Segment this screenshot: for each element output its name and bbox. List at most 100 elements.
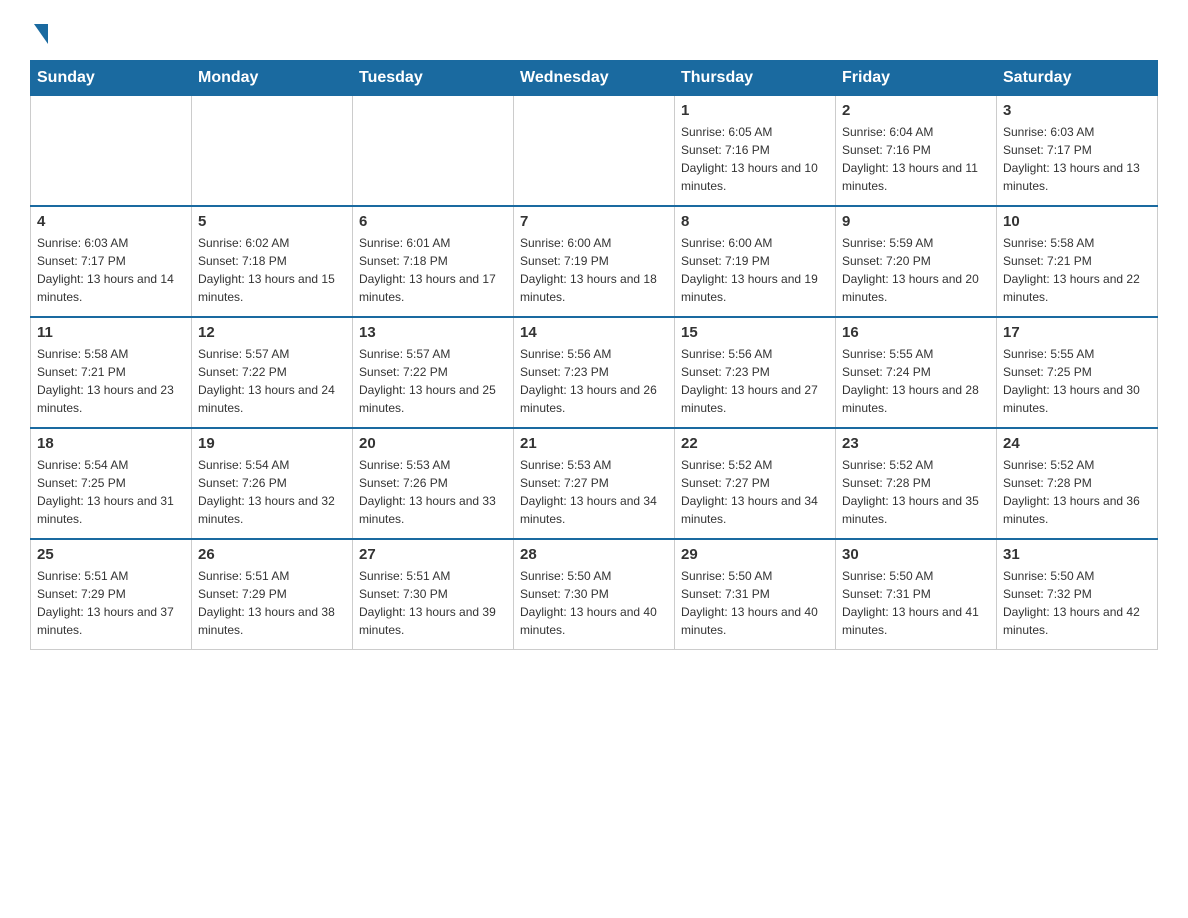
day-info: Sunrise: 5:54 AMSunset: 7:25 PMDaylight:…: [37, 456, 185, 528]
day-info: Sunrise: 5:50 AMSunset: 7:30 PMDaylight:…: [520, 567, 668, 639]
day-number: 23: [842, 435, 990, 452]
day-info: Sunrise: 6:03 AMSunset: 7:17 PMDaylight:…: [1003, 123, 1151, 195]
day-number: 19: [198, 435, 346, 452]
day-info: Sunrise: 5:58 AMSunset: 7:21 PMDaylight:…: [1003, 234, 1151, 306]
day-number: 3: [1003, 102, 1151, 119]
day-info: Sunrise: 5:54 AMSunset: 7:26 PMDaylight:…: [198, 456, 346, 528]
calendar-week-5: 25 Sunrise: 5:51 AMSunset: 7:29 PMDayligh…: [31, 539, 1158, 650]
day-info: Sunrise: 5:56 AMSunset: 7:23 PMDaylight:…: [520, 345, 668, 417]
calendar-cell-1-5: 1 Sunrise: 6:05 AMSunset: 7:16 PMDaylight…: [675, 96, 836, 207]
weekday-header-thursday: Thursday: [675, 61, 836, 96]
calendar-cell-3-5: 15 Sunrise: 5:56 AMSunset: 7:23 PMDayligh…: [675, 317, 836, 428]
day-info: Sunrise: 5:51 AMSunset: 7:30 PMDaylight:…: [359, 567, 507, 639]
calendar-cell-5-6: 30 Sunrise: 5:50 AMSunset: 7:31 PMDayligh…: [836, 539, 997, 650]
calendar-cell-4-4: 21Sunrise: 5:53 AMSunset: 7:27 PMDayligh…: [514, 428, 675, 539]
day-info: Sunrise: 6:04 AMSunset: 7:16 PMDaylight:…: [842, 123, 990, 195]
weekday-header-saturday: Saturday: [997, 61, 1158, 96]
day-number: 30: [842, 546, 990, 563]
day-info: Sunrise: 6:01 AMSunset: 7:18 PMDaylight:…: [359, 234, 507, 306]
day-number: 12: [198, 324, 346, 341]
logo-triangle-icon: [34, 24, 48, 44]
calendar-cell-2-7: 10 Sunrise: 5:58 AMSunset: 7:21 PMDayligh…: [997, 206, 1158, 317]
day-number: 7: [520, 213, 668, 230]
calendar-week-1: 1 Sunrise: 6:05 AMSunset: 7:16 PMDaylight…: [31, 96, 1158, 207]
weekday-header-row: SundayMondayTuesdayWednesdayThursdayFrid…: [31, 61, 1158, 96]
day-info: Sunrise: 6:03 AMSunset: 7:17 PMDaylight:…: [37, 234, 185, 306]
weekday-header-friday: Friday: [836, 61, 997, 96]
day-info: Sunrise: 5:56 AMSunset: 7:23 PMDaylight:…: [681, 345, 829, 417]
day-number: 14: [520, 324, 668, 341]
calendar-cell-4-6: 23Sunrise: 5:52 AMSunset: 7:28 PMDayligh…: [836, 428, 997, 539]
day-info: Sunrise: 5:57 AMSunset: 7:22 PMDaylight:…: [198, 345, 346, 417]
day-info: Sunrise: 6:02 AMSunset: 7:18 PMDaylight:…: [198, 234, 346, 306]
day-info: Sunrise: 5:55 AMSunset: 7:25 PMDaylight:…: [1003, 345, 1151, 417]
calendar-cell-3-6: 16 Sunrise: 5:55 AMSunset: 7:24 PMDayligh…: [836, 317, 997, 428]
calendar-cell-2-2: 5 Sunrise: 6:02 AMSunset: 7:18 PMDaylight…: [192, 206, 353, 317]
calendar-cell-1-4: [514, 96, 675, 207]
day-info: Sunrise: 6:00 AMSunset: 7:19 PMDaylight:…: [681, 234, 829, 306]
day-number: 17: [1003, 324, 1151, 341]
calendar-cell-5-2: 26 Sunrise: 5:51 AMSunset: 7:29 PMDayligh…: [192, 539, 353, 650]
calendar-cell-3-7: 17 Sunrise: 5:55 AMSunset: 7:25 PMDayligh…: [997, 317, 1158, 428]
day-number: 28: [520, 546, 668, 563]
day-number: 25: [37, 546, 185, 563]
calendar-cell-4-3: 20Sunrise: 5:53 AMSunset: 7:26 PMDayligh…: [353, 428, 514, 539]
day-info: Sunrise: 5:58 AMSunset: 7:21 PMDaylight:…: [37, 345, 185, 417]
day-number: 26: [198, 546, 346, 563]
day-number: 9: [842, 213, 990, 230]
day-info: Sunrise: 5:53 AMSunset: 7:27 PMDaylight:…: [520, 456, 668, 528]
calendar-cell-3-4: 14 Sunrise: 5:56 AMSunset: 7:23 PMDayligh…: [514, 317, 675, 428]
day-info: Sunrise: 5:50 AMSunset: 7:31 PMDaylight:…: [681, 567, 829, 639]
calendar-cell-2-6: 9Sunrise: 5:59 AMSunset: 7:20 PMDaylight…: [836, 206, 997, 317]
day-number: 8: [681, 213, 829, 230]
weekday-header-tuesday: Tuesday: [353, 61, 514, 96]
calendar-cell-5-3: 27 Sunrise: 5:51 AMSunset: 7:30 PMDayligh…: [353, 539, 514, 650]
day-info: Sunrise: 5:51 AMSunset: 7:29 PMDaylight:…: [198, 567, 346, 639]
day-info: Sunrise: 6:05 AMSunset: 7:16 PMDaylight:…: [681, 123, 829, 195]
day-number: 1: [681, 102, 829, 119]
calendar-cell-4-2: 19 Sunrise: 5:54 AMSunset: 7:26 PMDayligh…: [192, 428, 353, 539]
day-number: 11: [37, 324, 185, 341]
day-number: 2: [842, 102, 990, 119]
day-number: 16: [842, 324, 990, 341]
day-info: Sunrise: 5:55 AMSunset: 7:24 PMDaylight:…: [842, 345, 990, 417]
calendar-cell-4-5: 22 Sunrise: 5:52 AMSunset: 7:27 PMDayligh…: [675, 428, 836, 539]
day-number: 5: [198, 213, 346, 230]
day-number: 27: [359, 546, 507, 563]
calendar-cell-1-3: [353, 96, 514, 207]
weekday-header-sunday: Sunday: [31, 61, 192, 96]
calendar-cell-5-1: 25 Sunrise: 5:51 AMSunset: 7:29 PMDayligh…: [31, 539, 192, 650]
calendar-cell-5-5: 29 Sunrise: 5:50 AMSunset: 7:31 PMDayligh…: [675, 539, 836, 650]
calendar-cell-2-4: 7Sunrise: 6:00 AMSunset: 7:19 PMDaylight…: [514, 206, 675, 317]
day-number: 10: [1003, 213, 1151, 230]
calendar-cell-1-1: [31, 96, 192, 207]
calendar-cell-3-2: 12 Sunrise: 5:57 AMSunset: 7:22 PMDayligh…: [192, 317, 353, 428]
day-info: Sunrise: 5:51 AMSunset: 7:29 PMDaylight:…: [37, 567, 185, 639]
calendar-cell-1-6: 2 Sunrise: 6:04 AMSunset: 7:16 PMDaylight…: [836, 96, 997, 207]
calendar-cell-1-2: [192, 96, 353, 207]
calendar-week-4: 18 Sunrise: 5:54 AMSunset: 7:25 PMDayligh…: [31, 428, 1158, 539]
calendar-cell-2-3: 6 Sunrise: 6:01 AMSunset: 7:18 PMDaylight…: [353, 206, 514, 317]
weekday-header-wednesday: Wednesday: [514, 61, 675, 96]
page-header: [30, 20, 1158, 40]
day-number: 4: [37, 213, 185, 230]
day-number: 6: [359, 213, 507, 230]
day-info: Sunrise: 5:50 AMSunset: 7:31 PMDaylight:…: [842, 567, 990, 639]
calendar-cell-3-1: 11 Sunrise: 5:58 AMSunset: 7:21 PMDayligh…: [31, 317, 192, 428]
calendar-cell-3-3: 13Sunrise: 5:57 AMSunset: 7:22 PMDayligh…: [353, 317, 514, 428]
calendar-cell-5-7: 31Sunrise: 5:50 AMSunset: 7:32 PMDayligh…: [997, 539, 1158, 650]
day-number: 15: [681, 324, 829, 341]
logo: [30, 20, 48, 40]
day-number: 18: [37, 435, 185, 452]
calendar-cell-1-7: 3 Sunrise: 6:03 AMSunset: 7:17 PMDaylight…: [997, 96, 1158, 207]
calendar-cell-5-4: 28 Sunrise: 5:50 AMSunset: 7:30 PMDayligh…: [514, 539, 675, 650]
day-info: Sunrise: 5:52 AMSunset: 7:27 PMDaylight:…: [681, 456, 829, 528]
day-number: 24: [1003, 435, 1151, 452]
day-number: 22: [681, 435, 829, 452]
calendar-week-3: 11 Sunrise: 5:58 AMSunset: 7:21 PMDayligh…: [31, 317, 1158, 428]
day-info: Sunrise: 5:53 AMSunset: 7:26 PMDaylight:…: [359, 456, 507, 528]
calendar-week-2: 4 Sunrise: 6:03 AMSunset: 7:17 PMDaylight…: [31, 206, 1158, 317]
weekday-header-monday: Monday: [192, 61, 353, 96]
calendar-cell-2-5: 8 Sunrise: 6:00 AMSunset: 7:19 PMDaylight…: [675, 206, 836, 317]
day-number: 29: [681, 546, 829, 563]
